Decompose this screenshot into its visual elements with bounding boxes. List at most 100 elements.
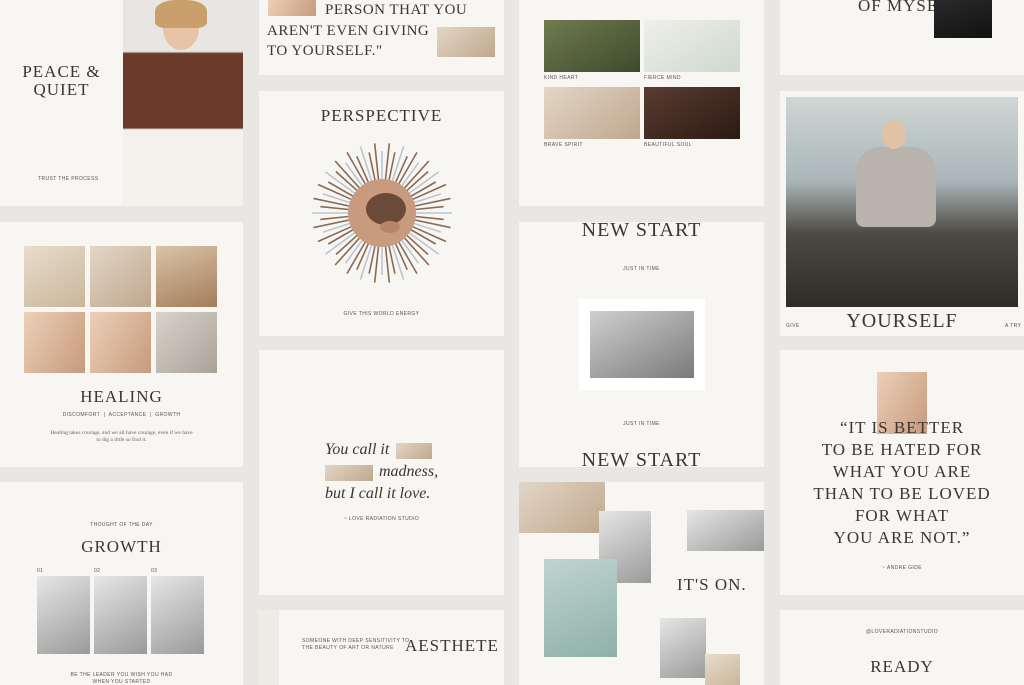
sunburst-ray (334, 160, 363, 192)
sunburst-ray (384, 143, 391, 184)
sunburst-ray (334, 234, 363, 266)
growth-photo-3 (151, 576, 204, 654)
mood-label-4: BEAUTIFUL SOUL (644, 142, 692, 148)
its-on-photo-4 (544, 559, 617, 657)
you-call-photo-1 (396, 443, 432, 459)
grid-photo-5 (90, 312, 151, 373)
sunburst-ray (320, 205, 353, 211)
card-yourself: GIVE YOURSELF A TRY (780, 91, 1024, 336)
you-call-line3: but I call it love. (325, 485, 431, 502)
healing-tags: DISCOMFORT | ACCEPTANCE | GROWTH (62, 412, 181, 418)
gide-credit: ~ ANDRE GIDE (882, 565, 922, 571)
quote-top-line1: PERSON THAT YOU (325, 2, 468, 18)
new-start-caption-bottom: JUST IN TIME (623, 421, 660, 427)
gide-line4: THAN TO BE LOVED (813, 484, 991, 503)
card-moodboard: KIND HEART FIERCE MIND BRAVE SPIRIT BEAU… (519, 0, 764, 206)
sunburst-ray (384, 242, 391, 283)
grid-photo-3 (156, 246, 217, 307)
its-on-photo-5 (660, 618, 706, 678)
perspective-title: PERSPECTIVE (320, 106, 443, 125)
gide-line6: YOU ARE NOT.” (833, 528, 971, 547)
myself-photo (934, 0, 992, 38)
sunburst-graphic (312, 143, 452, 283)
card-quote-top: PERSON THAT YOU AREN'T EVEN GIVING TO YO… (259, 0, 504, 75)
yourself-right: A TRY (1005, 323, 1022, 329)
sunburst-ray (320, 215, 353, 221)
card-its-on: IT'S ON. (519, 482, 764, 685)
card-quote-gide: “IT IS BETTER TO BE HATED FOR WHAT YOU A… (780, 350, 1024, 595)
its-on-photo-6 (705, 654, 740, 685)
quote-top-photo-2 (437, 27, 495, 57)
growth-photo-2 (94, 576, 147, 654)
sunburst-ray (411, 215, 444, 221)
gide-line2: TO BE HATED FOR (821, 440, 983, 459)
woman-headphones-photo (123, 0, 243, 206)
sunburst-ray (373, 242, 380, 283)
its-on-photo-1 (519, 482, 605, 533)
card-peace-and-quiet: PEACE & QUIET TRUST THE PROCESS (0, 0, 243, 206)
healing-body-line2: to dig a little so find it. (96, 437, 147, 443)
grid-photo-4 (24, 312, 85, 373)
you-call-photo-2 (325, 465, 373, 481)
sunburst-ray (401, 234, 430, 266)
peace-title-line1: PEACE & (22, 62, 101, 81)
card-growth: THOUGHT OF THE DAY GROWTH 01 02 03 BE TH… (0, 482, 243, 685)
ready-title: READY (870, 657, 934, 676)
growth-caption-line2: WHEN YOU STARTED (92, 679, 151, 685)
card-new-start: NEW START JUST IN TIME JUST IN TIME NEW … (519, 222, 764, 467)
aesthete-left-strip (259, 610, 279, 685)
growth-eyebrow: THOUGHT OF THE DAY (90, 522, 153, 528)
growth-num-2: 02 (94, 568, 101, 574)
grid-photo-1 (24, 246, 85, 307)
sunburst-ray (411, 197, 451, 208)
mood-photo-3 (544, 87, 640, 139)
quote-top-line3: TO YOURSELF." (267, 43, 383, 59)
quote-top-line2: AREN'T EVEN GIVING (267, 23, 430, 39)
new-start-title: NEW START (581, 222, 702, 241)
perspective-caption: GIVE THIS WORLD ENERGY (343, 311, 420, 317)
grid-photo-2 (90, 246, 151, 307)
card-perspective: PERSPECTIVE GIVE THIS WORLD ENERGY (259, 91, 504, 336)
mood-label-1: KIND HEART (544, 75, 579, 81)
its-on-title: IT'S ON. (677, 575, 747, 594)
sunburst-ray (411, 218, 451, 229)
its-on-photo-3 (687, 510, 764, 551)
healing-body-line1: Healing takes courage, and we all have c… (50, 430, 193, 436)
mood-photo-2 (644, 20, 740, 72)
gide-line1: “IT IS BETTER (839, 418, 965, 437)
mood-label-3: BRAVE SPIRIT (544, 142, 583, 148)
card-you-call-it: You call it madness, but I call it love.… (259, 350, 504, 595)
card-ready: @LOVERADIATIONSTUDIO READY (780, 610, 1024, 685)
aesthete-text-line1: SOMEONE WITH DEEP SENSITIVITY TO (302, 638, 410, 644)
aesthete-text-line2: THE BEAUTY OF ART OR NATURE (302, 645, 394, 651)
card-aesthete: SOMEONE WITH DEEP SENSITIVITY TO THE BEA… (259, 610, 504, 685)
head-shape (882, 119, 906, 149)
new-start-bottom-title: NEW START (581, 449, 702, 467)
sunburst-ray (313, 218, 353, 229)
sunburst-ray (401, 160, 430, 192)
card-healing: HEALING DISCOMFORT | ACCEPTANCE | GROWTH… (0, 222, 243, 467)
growth-caption-line1: BE THE LEADER YOU WISH YOU HAD (70, 672, 173, 678)
healing-title: HEALING (80, 387, 163, 406)
gide-line5: FOR WHAT (854, 506, 950, 525)
card-myself: OF MYSELF (780, 0, 1024, 75)
grid-photo-6 (156, 312, 217, 373)
mood-label-2: FIERCE MIND (644, 75, 681, 81)
gide-line3: WHAT YOU ARE (832, 462, 972, 481)
growth-num-1: 01 (37, 568, 44, 574)
sweater-shape (856, 147, 936, 227)
quote-top-photo-1 (268, 0, 316, 16)
new-start-caption-top: JUST IN TIME (623, 266, 660, 272)
peace-caption: TRUST THE PROCESS (38, 176, 99, 182)
growth-title: GROWTH (81, 537, 162, 556)
leaf-photo (590, 311, 694, 378)
sunburst-ray (411, 205, 444, 211)
you-call-credit: ~ LOVE RADIATION STUDIO (343, 516, 420, 522)
mood-photo-4 (644, 87, 740, 139)
growth-photo-1 (37, 576, 90, 654)
aesthete-title: AESTHETE (405, 636, 499, 655)
woman-on-rocks-photo (786, 97, 1018, 307)
growth-num-3: 03 (151, 568, 158, 574)
mood-photo-1 (544, 20, 640, 72)
yourself-title: YOURSELF (846, 310, 958, 332)
